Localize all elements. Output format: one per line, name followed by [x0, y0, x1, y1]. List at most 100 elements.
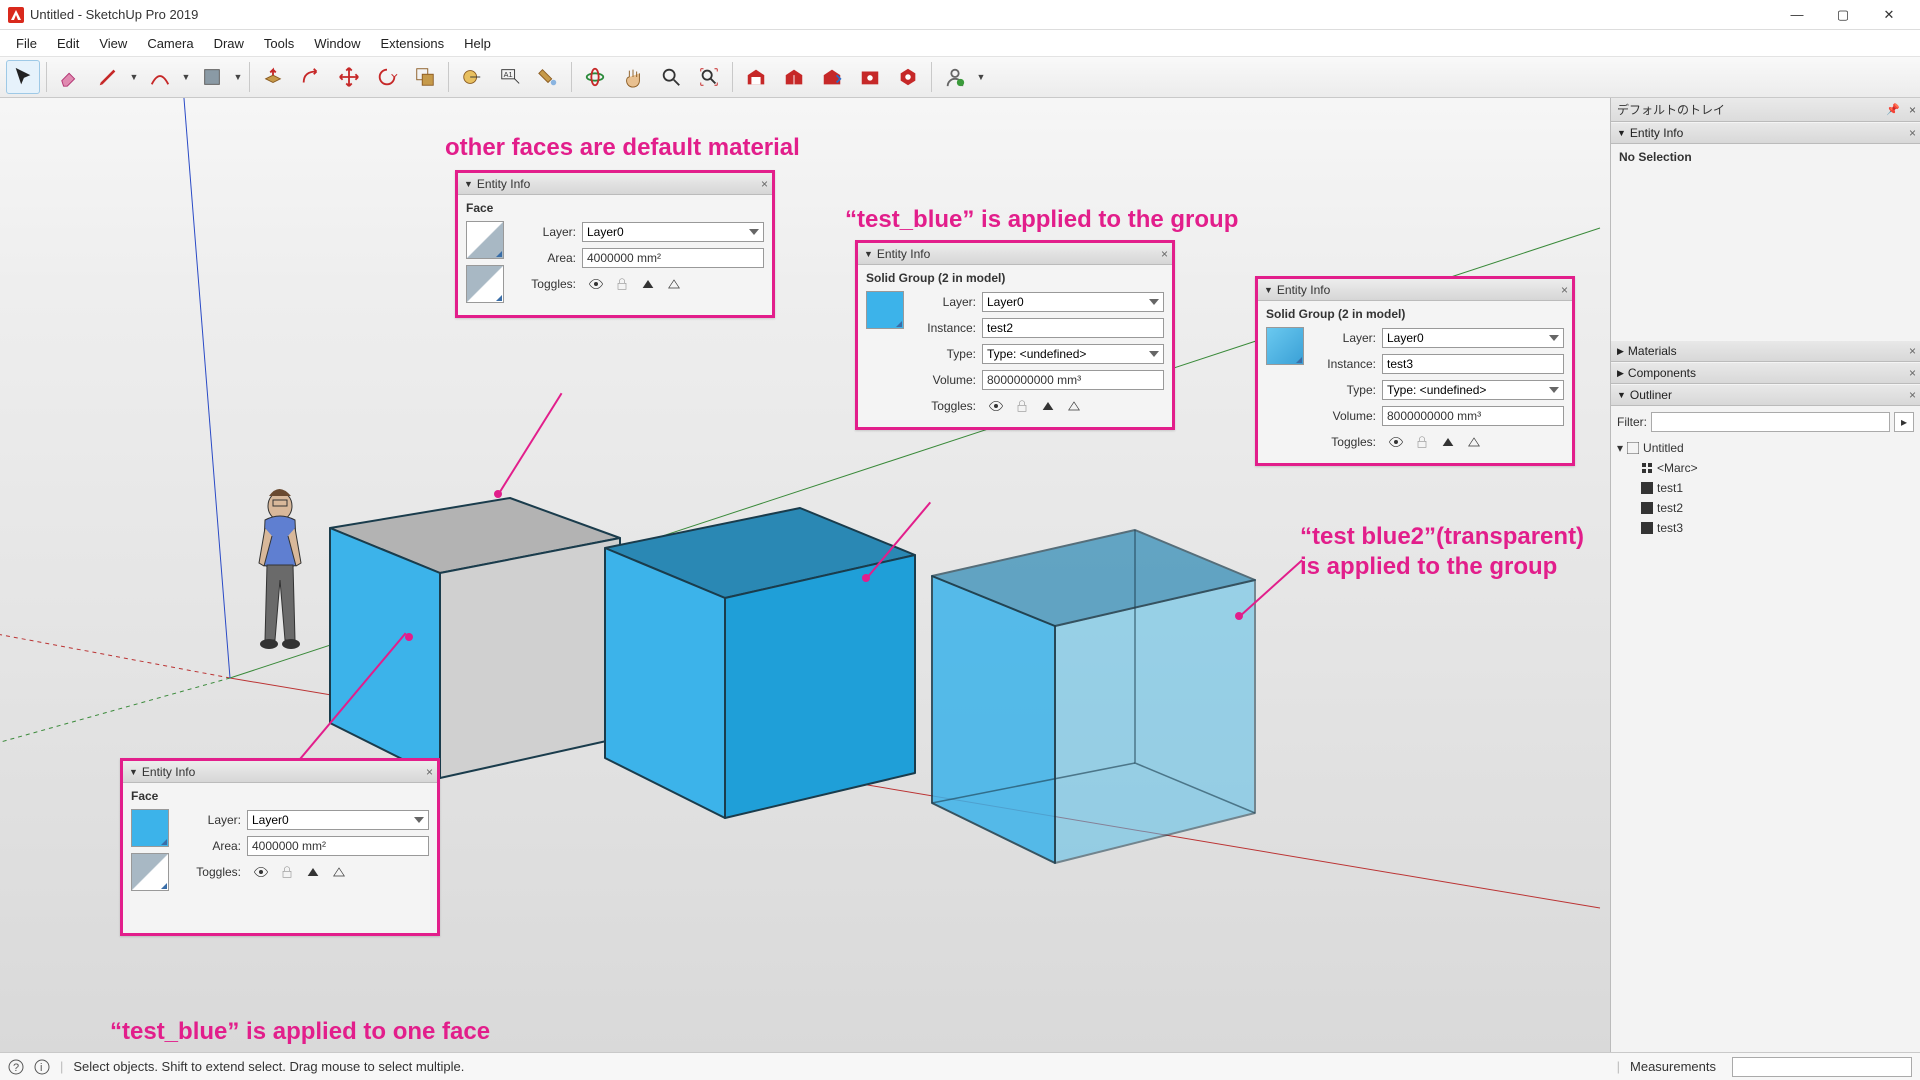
outliner-root[interactable]: ▾Untitled [1617, 438, 1914, 458]
entity-info-face-top[interactable]: ▼Entity Info× Face Layer:Layer0 Area:400… [455, 170, 775, 318]
eraser-tool[interactable] [53, 60, 87, 94]
back-material-swatch[interactable] [466, 265, 504, 303]
menu-view[interactable]: View [89, 34, 137, 53]
instance-field[interactable] [982, 318, 1164, 338]
lock-icon[interactable] [1014, 398, 1030, 414]
close-icon[interactable]: × [1909, 344, 1916, 358]
materials-header[interactable]: ▶Materials× [1611, 340, 1920, 362]
close-icon[interactable]: × [761, 177, 768, 191]
shadow-receive-icon[interactable] [331, 864, 347, 880]
pin-icon[interactable]: 📌 [1886, 103, 1900, 116]
shape-dropdown[interactable]: ▼ [233, 72, 243, 82]
lock-icon[interactable] [1414, 434, 1430, 450]
move-tool[interactable] [332, 60, 366, 94]
paint-tool[interactable] [531, 60, 565, 94]
menu-edit[interactable]: Edit [47, 34, 89, 53]
viewport-3d[interactable]: other faces are default material “test_b… [0, 98, 1610, 1052]
shadow-cast-icon[interactable] [640, 276, 656, 292]
visible-icon[interactable] [988, 398, 1004, 414]
menu-camera[interactable]: Camera [137, 34, 203, 53]
shadow-receive-icon[interactable] [1066, 398, 1082, 414]
close-icon[interactable]: × [1161, 247, 1168, 261]
instance-field[interactable] [1382, 354, 1564, 374]
close-icon[interactable]: × [1909, 388, 1916, 402]
zoom-tool[interactable] [654, 60, 688, 94]
panel-title: Entity Info [142, 765, 195, 779]
material-swatch[interactable] [866, 291, 904, 329]
layer-select[interactable]: Layer0 [582, 222, 764, 242]
scale-tool[interactable] [408, 60, 442, 94]
select-tool[interactable] [6, 60, 40, 94]
layer-select[interactable]: Layer0 [1382, 328, 1564, 348]
front-material-swatch[interactable] [131, 809, 169, 847]
warehouse3d-icon[interactable] [739, 60, 773, 94]
components-header[interactable]: ▶Components× [1611, 362, 1920, 384]
outliner-item-test1[interactable]: test1 [1617, 478, 1914, 498]
close-icon[interactable]: × [1909, 103, 1916, 117]
menu-window[interactable]: Window [304, 34, 370, 53]
visible-icon[interactable] [253, 864, 269, 880]
shadow-receive-icon[interactable] [1466, 434, 1482, 450]
menu-help[interactable]: Help [454, 34, 501, 53]
shadow-cast-icon[interactable] [1040, 398, 1056, 414]
info-icon[interactable]: i [34, 1059, 50, 1075]
close-button[interactable]: ✕ [1866, 0, 1912, 30]
shadow-cast-icon[interactable] [1440, 434, 1456, 450]
material-swatch[interactable] [1266, 327, 1304, 365]
close-icon[interactable]: × [1561, 283, 1568, 297]
pencil-dropdown[interactable]: ▼ [129, 72, 139, 82]
shadow-receive-icon[interactable] [666, 276, 682, 292]
pan-tool[interactable] [616, 60, 650, 94]
outliner-item-marc[interactable]: <Marc> [1617, 458, 1914, 478]
outliner-item-test3[interactable]: test3 [1617, 518, 1914, 538]
menu-draw[interactable]: Draw [204, 34, 254, 53]
arc-tool[interactable] [143, 60, 177, 94]
lock-icon[interactable] [279, 864, 295, 880]
type-select[interactable]: Type: <undefined> [1382, 380, 1564, 400]
warehouse-open-icon[interactable] [777, 60, 811, 94]
entity-info-group3[interactable]: ▼Entity Info× Solid Group (2 in model) L… [1255, 276, 1575, 466]
user-icon[interactable] [938, 60, 972, 94]
type-select[interactable]: Type: <undefined> [982, 344, 1164, 364]
filter-menu-button[interactable]: ▸ [1894, 412, 1914, 432]
pushpull-tool[interactable] [256, 60, 290, 94]
menu-file[interactable]: File [6, 34, 47, 53]
close-icon[interactable]: × [1909, 126, 1916, 140]
maximize-button[interactable]: ▢ [1820, 0, 1866, 30]
warehouse-upload-icon[interactable] [815, 60, 849, 94]
shape-tool[interactable] [195, 60, 229, 94]
extension-manager-icon[interactable] [891, 60, 925, 94]
extension-warehouse-icon[interactable] [853, 60, 887, 94]
orbit-tool[interactable] [578, 60, 612, 94]
close-icon[interactable]: × [1909, 366, 1916, 380]
outliner-item-test2[interactable]: test2 [1617, 498, 1914, 518]
measurements-input[interactable] [1732, 1057, 1912, 1077]
entity-info-header[interactable]: ▼Entity Info× [1611, 122, 1920, 144]
rotate-tool[interactable] [370, 60, 404, 94]
arc-dropdown[interactable]: ▼ [181, 72, 191, 82]
entity-info-face-bottom[interactable]: ▼Entity Info× Face Layer:Layer0 Area:400… [120, 758, 440, 936]
close-icon[interactable]: × [426, 765, 433, 779]
zoom-extents-tool[interactable] [692, 60, 726, 94]
minimize-button[interactable]: — [1774, 0, 1820, 30]
text-tool[interactable]: A1 [493, 60, 527, 94]
menu-extensions[interactable]: Extensions [371, 34, 455, 53]
lock-icon[interactable] [614, 276, 630, 292]
layer-select[interactable]: Layer0 [982, 292, 1164, 312]
shadow-cast-icon[interactable] [305, 864, 321, 880]
back-material-swatch[interactable] [131, 853, 169, 891]
menu-tools[interactable]: Tools [254, 34, 304, 53]
offset-tool[interactable] [294, 60, 328, 94]
tape-tool[interactable] [455, 60, 489, 94]
tray-header[interactable]: デフォルトのトレイ 📌 × [1611, 98, 1920, 122]
front-material-swatch[interactable] [466, 221, 504, 259]
layer-select[interactable]: Layer0 [247, 810, 429, 830]
visible-icon[interactable] [588, 276, 604, 292]
filter-input[interactable] [1651, 412, 1890, 432]
visible-icon[interactable] [1388, 434, 1404, 450]
user-dropdown[interactable]: ▼ [976, 72, 986, 82]
entity-info-group2[interactable]: ▼Entity Info× Solid Group (2 in model) L… [855, 240, 1175, 430]
pencil-tool[interactable] [91, 60, 125, 94]
help-icon[interactable]: ? [8, 1059, 24, 1075]
outliner-header[interactable]: ▼Outliner× [1611, 384, 1920, 406]
